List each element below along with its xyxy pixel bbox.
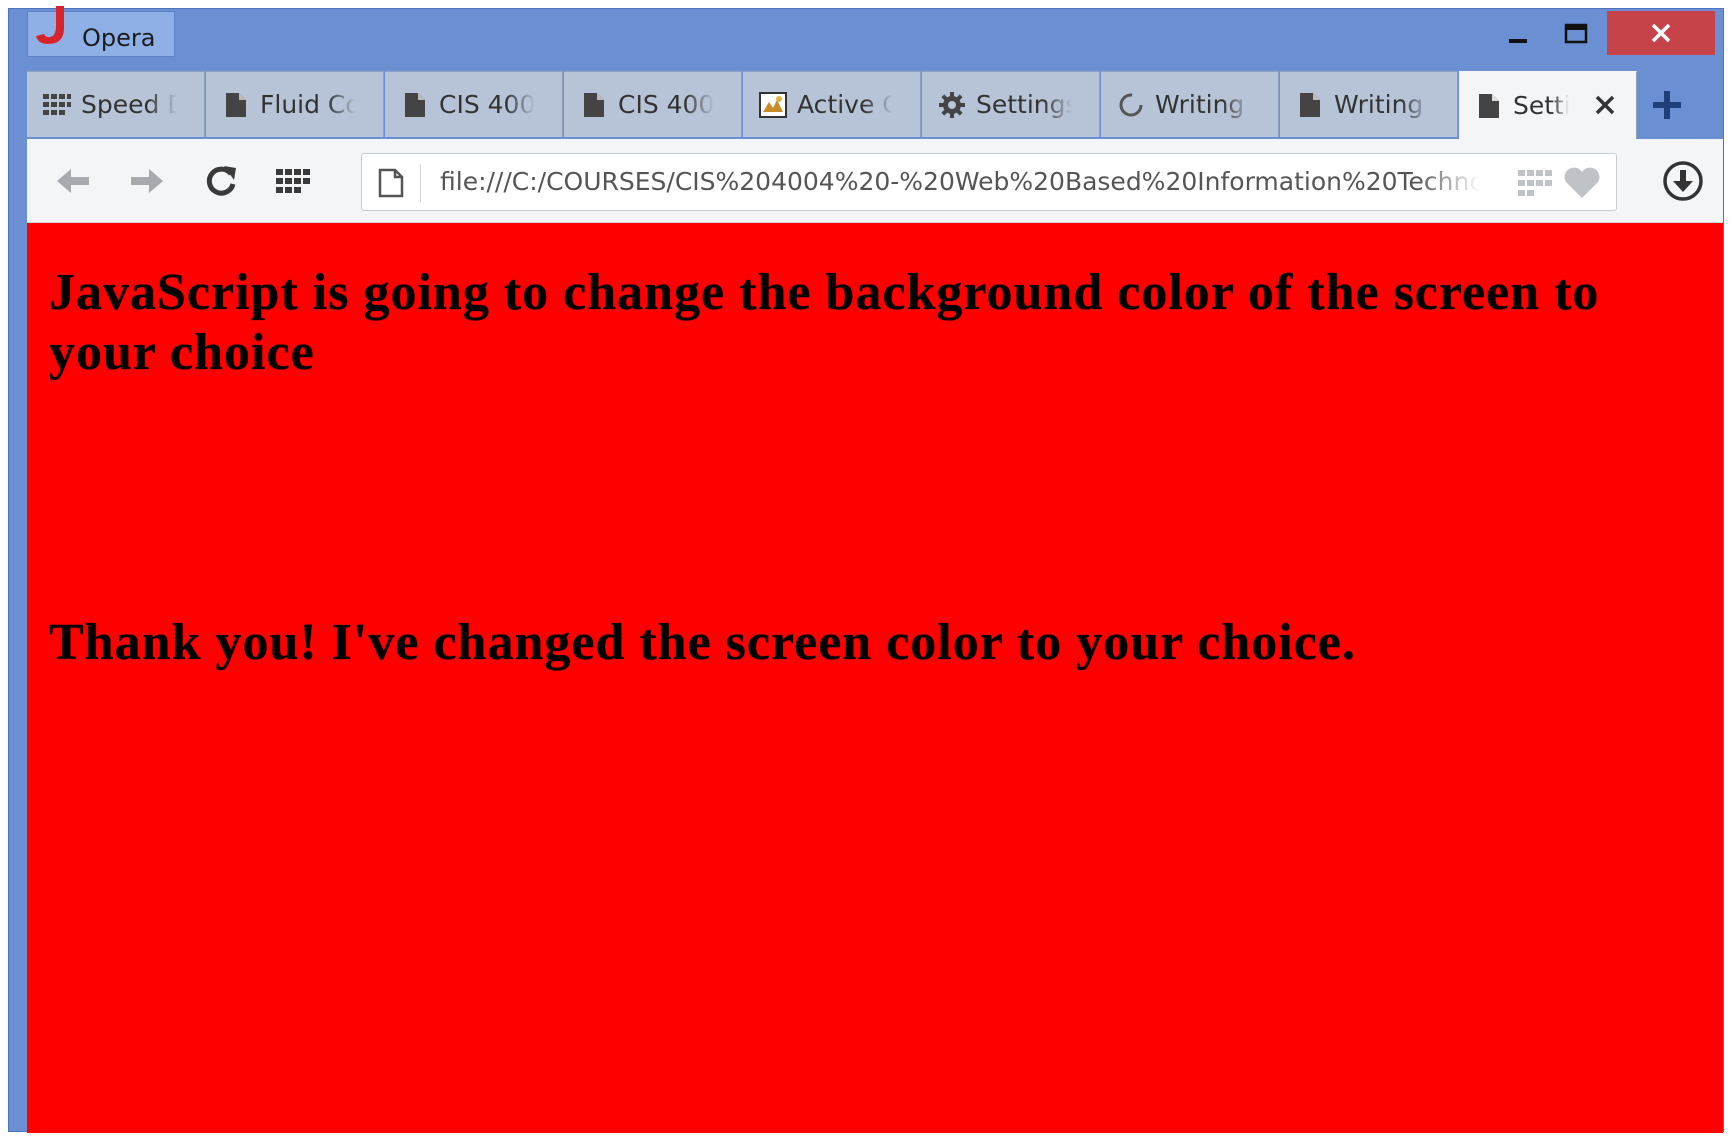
speed-dial-icon [43,91,71,119]
tab-settings-active[interactable]: Settings [1459,71,1637,139]
tab-speed-dial[interactable]: Speed Dial [27,71,205,137]
document-icon [222,91,250,119]
tab-label: CIS 4004 [439,90,535,119]
speed-dial-button[interactable] [273,161,313,201]
opera-menu-button[interactable]: Opera [27,6,175,57]
page-document-icon [378,168,404,198]
tab-cis-4004-a[interactable]: CIS 4004 [385,71,563,137]
download-icon[interactable] [1661,159,1705,203]
tab-label: Writing [1334,90,1424,119]
tab-fluid[interactable]: Fluid Columns [206,71,384,137]
maximize-button[interactable] [1547,15,1605,53]
tab-label: Fluid Columns [260,90,356,119]
close-tab-icon[interactable] [1592,92,1618,118]
page-content: JavaScript is going to change the backgr… [27,223,1723,1133]
minimize-icon [1509,39,1527,43]
document-icon [1296,91,1324,119]
browser-window: Opera Speed Dial Fluid Columns [8,6,1724,1133]
close-window-button[interactable] [1607,11,1715,55]
image-icon [759,91,787,119]
document-icon [401,91,429,119]
forward-arrow-icon [131,169,163,193]
tab-settings[interactable]: Settings [922,71,1100,137]
add-to-speed-dial-icon[interactable] [1518,170,1552,196]
navigation-toolbar: file:///C:/COURSES/CIS%204004%20-%20Web%… [27,139,1723,223]
tab-label: Speed Dial [81,90,177,119]
tab-strip: Speed Dial Fluid Columns CIS 4004 CIS 40… [27,71,1723,139]
document-icon [580,91,608,119]
tab-label: CIS 4004 [618,90,714,119]
maximize-icon [1564,23,1588,44]
gear-icon [938,91,966,119]
tab-label: Settings [1513,91,1569,120]
thank-you-message: Thank you! I've changed the screen color… [49,614,1356,671]
reload-button[interactable] [201,161,241,201]
window-title: Opera [82,24,156,52]
title-bar: Opera [9,6,1723,71]
address-separator [420,164,421,202]
tab-active-content[interactable]: Active Content [743,71,921,137]
reload-icon [206,166,236,196]
tab-writing-loading[interactable]: Writing [1101,71,1279,137]
speed-dial-icon [276,169,310,193]
page-heading: JavaScript is going to change the backgr… [49,264,1600,381]
address-input[interactable]: file:///C:/COURSES/CIS%204004%20-%20Web%… [440,167,1480,196]
loading-icon [1117,91,1145,119]
opera-logo-icon [36,6,64,44]
address-bar[interactable]: file:///C:/COURSES/CIS%204004%20-%20Web%… [361,153,1617,211]
tab-label: Settings [976,90,1072,119]
minimize-button[interactable] [1489,15,1547,53]
heart-bookmark-icon[interactable] [1562,166,1602,200]
tab-writing[interactable]: Writing [1280,71,1458,137]
forward-button[interactable] [127,161,167,201]
back-button[interactable] [53,161,93,201]
document-icon [1475,92,1503,120]
close-icon [1651,23,1671,43]
tab-cis-4004-b[interactable]: CIS 4004 [564,71,742,137]
tab-label: Writing [1155,90,1245,119]
new-tab-icon[interactable] [1647,85,1687,125]
tab-label: Active Content [797,90,893,119]
back-arrow-icon [57,169,89,193]
